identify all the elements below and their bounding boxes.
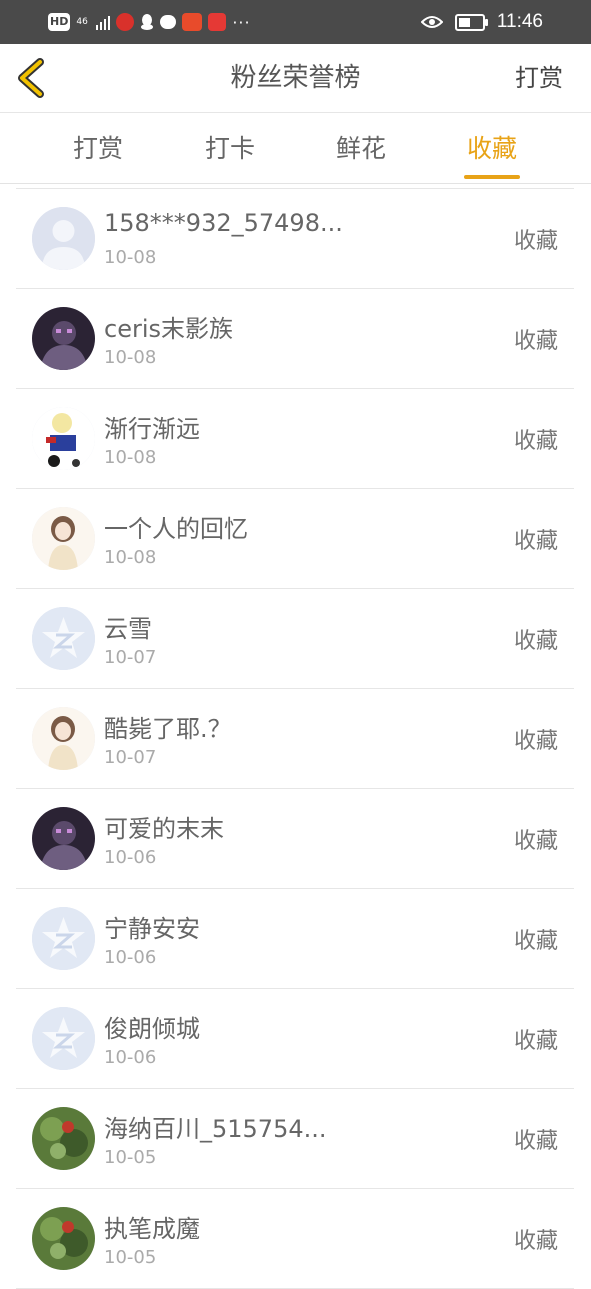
status-icons-left: HD 46 ··· bbox=[48, 10, 251, 34]
fan-name: 158***932_57498... bbox=[104, 209, 343, 237]
app-header: 粉丝荣誉榜 打赏 bbox=[0, 44, 591, 113]
tab-flowers[interactable]: 鲜花 bbox=[301, 113, 421, 183]
battery-icon bbox=[454, 13, 488, 31]
active-tab-indicator bbox=[464, 175, 520, 179]
fan-date: 10-06 bbox=[104, 1047, 157, 1068]
reward-button[interactable]: 打赏 bbox=[515, 44, 563, 112]
fan-name: 执笔成魔 bbox=[104, 1215, 200, 1243]
fan-action-label: 收藏 bbox=[513, 329, 558, 354]
tab-label: 鲜花 bbox=[335, 134, 386, 163]
tab-label: 打卡 bbox=[204, 134, 255, 163]
avatar[interactable] bbox=[32, 307, 95, 370]
avatar[interactable] bbox=[32, 207, 95, 270]
fan-list-item[interactable]: 云雪 10-07 收藏 bbox=[16, 589, 574, 689]
avatar[interactable] bbox=[32, 1107, 95, 1170]
fan-name: 海纳百川_515754... bbox=[104, 1115, 327, 1143]
avatar[interactable] bbox=[32, 907, 95, 970]
fan-date: 10-06 bbox=[104, 847, 157, 868]
more-notifications-icon: ··· bbox=[232, 12, 251, 32]
eye-comfort-icon bbox=[420, 16, 443, 28]
fan-name: 宁静安安 bbox=[104, 915, 200, 943]
fan-date: 10-08 bbox=[104, 447, 157, 468]
hd-badge: HD bbox=[48, 13, 71, 31]
fan-date: 10-07 bbox=[104, 647, 157, 668]
fan-date: 10-05 bbox=[104, 1147, 157, 1168]
fan-list-item[interactable]: 158***932_57498... 10-08 收藏 bbox=[16, 189, 574, 289]
fan-action-label: 收藏 bbox=[513, 729, 558, 754]
avatar[interactable] bbox=[32, 607, 95, 670]
fan-name: ceris末影族 bbox=[104, 315, 233, 343]
avatar[interactable] bbox=[32, 707, 95, 770]
fan-list-item[interactable]: 宁静安安 10-06 收藏 bbox=[16, 889, 574, 989]
fan-date: 10-05 bbox=[104, 1247, 157, 1268]
tab-favorites[interactable]: 收藏 bbox=[432, 113, 552, 183]
fan-date: 10-08 bbox=[104, 547, 157, 568]
chat-icon bbox=[160, 15, 177, 29]
tab-label: 打赏 bbox=[72, 134, 123, 163]
signal-icon bbox=[96, 14, 111, 30]
fan-list-item[interactable]: 海纳百川_515754... 10-05 收藏 bbox=[16, 1089, 574, 1189]
fan-date: 10-07 bbox=[104, 747, 157, 768]
fan-date: 10-08 bbox=[104, 347, 157, 368]
avatar[interactable] bbox=[32, 507, 95, 570]
status-icons-right: 11:46 bbox=[420, 10, 543, 34]
fan-name: 渐行渐远 bbox=[104, 415, 200, 443]
avatar[interactable] bbox=[32, 407, 95, 470]
fan-action-label: 收藏 bbox=[513, 929, 558, 954]
tab-reward[interactable]: 打赏 bbox=[38, 113, 158, 183]
fan-list-item[interactable]: 酷毙了耶.？ 10-07 收藏 bbox=[16, 689, 574, 789]
fan-date: 10-08 bbox=[104, 247, 157, 268]
fan-action-label: 收藏 bbox=[513, 1029, 558, 1054]
fan-action-label: 收藏 bbox=[513, 829, 558, 854]
fan-action-label: 收藏 bbox=[513, 529, 558, 554]
fan-name: 一个人的回忆 bbox=[104, 515, 248, 543]
fan-name: 可爱的末末 bbox=[104, 815, 224, 843]
fan-action-label: 收藏 bbox=[513, 1229, 558, 1254]
fan-name: 俊朗倾城 bbox=[104, 1015, 200, 1043]
page-title: 粉丝荣誉榜 bbox=[230, 63, 361, 93]
fan-action-label: 收藏 bbox=[513, 229, 558, 254]
clock: 11:46 bbox=[496, 11, 543, 32]
network-type: 46 bbox=[76, 16, 88, 27]
tab-label: 收藏 bbox=[466, 134, 517, 163]
fan-list-item[interactable]: 执笔成魔 10-05 收藏 bbox=[16, 1189, 574, 1289]
fan-action-label: 收藏 bbox=[513, 629, 558, 654]
fan-list-item[interactable]: ceris末影族 10-08 收藏 bbox=[16, 289, 574, 389]
avatar[interactable] bbox=[32, 807, 95, 870]
tab-checkin[interactable]: 打卡 bbox=[170, 113, 290, 183]
fan-action-label: 收藏 bbox=[513, 1129, 558, 1154]
avatar[interactable] bbox=[32, 1007, 95, 1070]
fan-list: 158***932_57498... 10-08 收藏 ceris末影族 10-08 收藏… bbox=[16, 188, 574, 1289]
fan-action-label: 收藏 bbox=[513, 429, 558, 454]
fan-list-item[interactable]: 可爱的末末 10-06 收藏 bbox=[16, 789, 574, 889]
fan-list-item[interactable]: 俊朗倾城 10-06 收藏 bbox=[16, 989, 574, 1089]
reader-app-icon bbox=[208, 13, 227, 31]
fan-list-item[interactable]: 渐行渐远 10-08 收藏 bbox=[16, 389, 574, 489]
status-bar: HD 46 ··· 11:46 bbox=[0, 0, 591, 44]
fan-name: 酷毙了耶.？ bbox=[104, 715, 232, 743]
avatar[interactable] bbox=[32, 1207, 95, 1270]
shopping-app-icon bbox=[182, 13, 203, 31]
qq-icon bbox=[141, 14, 154, 30]
app-notification-icon bbox=[116, 13, 135, 31]
fan-name: 云雪 bbox=[104, 615, 152, 643]
tab-bar: 打赏 打卡 鲜花 收藏 bbox=[0, 113, 591, 184]
fan-list-item[interactable]: 一个人的回忆 10-08 收藏 bbox=[16, 489, 574, 589]
fan-date: 10-06 bbox=[104, 947, 157, 968]
